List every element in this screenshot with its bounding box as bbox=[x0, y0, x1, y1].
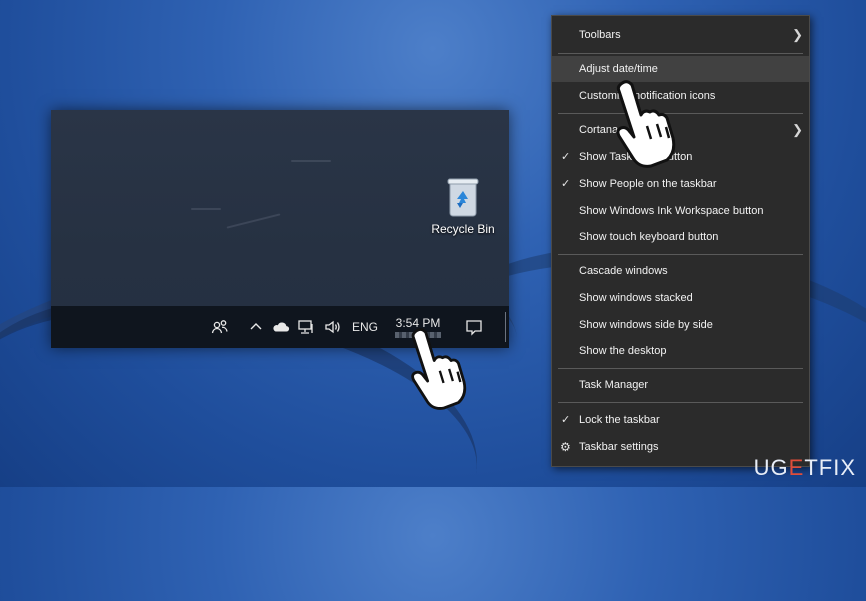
menu-item-label: Cascade windows bbox=[579, 265, 668, 277]
ugetfix-watermark: UGETFIX bbox=[754, 455, 856, 481]
recycle-bin[interactable]: Recycle Bin bbox=[423, 176, 503, 236]
recycle-bin-label: Recycle Bin bbox=[431, 222, 495, 236]
network-icon[interactable] bbox=[294, 306, 318, 348]
menu-item-label: Task Manager bbox=[579, 379, 649, 391]
volume-icon[interactable] bbox=[321, 306, 345, 348]
hand-pointer-icon bbox=[607, 78, 681, 168]
checkmark-icon: ✓ bbox=[561, 151, 571, 163]
menu-item-windows-stacked[interactable]: Show windows stacked bbox=[552, 285, 809, 311]
desktop-scuff bbox=[191, 208, 221, 210]
menu-item-show-desktop[interactable]: Show the desktop bbox=[552, 338, 809, 364]
chevron-up-icon[interactable] bbox=[246, 306, 266, 348]
menu-item-label: Show windows stacked bbox=[579, 292, 693, 304]
language-indicator[interactable]: ENG bbox=[349, 306, 381, 348]
desktop-screenshot: Recycle Bin ENG 3:54 PM bbox=[51, 110, 509, 348]
show-desktop-divider[interactable] bbox=[505, 312, 506, 342]
chevron-right-icon: ❯ bbox=[792, 27, 803, 42]
desktop-scuff bbox=[291, 160, 331, 162]
menu-item-cascade-windows[interactable]: Cascade windows bbox=[552, 258, 809, 284]
hand-pointer-icon bbox=[400, 326, 474, 410]
watermark-accent: E bbox=[788, 455, 805, 480]
menu-item-label: Show the desktop bbox=[579, 345, 667, 357]
menu-item-windows-side-by-side[interactable]: Show windows side by side bbox=[552, 312, 809, 338]
gear-icon: ⚙ bbox=[560, 440, 571, 454]
menu-item-label: Show People on the taskbar bbox=[579, 178, 717, 190]
menu-separator bbox=[558, 53, 803, 54]
menu-item-label: Show touch keyboard button bbox=[579, 231, 719, 243]
menu-item-show-ink-workspace[interactable]: Show Windows Ink Workspace button bbox=[552, 198, 809, 224]
chevron-right-icon: ❯ bbox=[792, 122, 803, 137]
menu-item-show-touch-keyboard[interactable]: Show touch keyboard button bbox=[552, 224, 809, 250]
people-icon[interactable] bbox=[206, 306, 234, 348]
menu-item-label: Show Windows Ink Workspace button bbox=[579, 205, 764, 217]
menu-separator bbox=[558, 368, 803, 369]
watermark-text: TFIX bbox=[804, 455, 856, 480]
recycle-bin-icon bbox=[446, 176, 480, 217]
cloud-icon[interactable] bbox=[269, 306, 293, 348]
menu-item-label: Toolbars bbox=[579, 29, 621, 41]
menu-item-label: Show windows side by side bbox=[579, 319, 713, 331]
menu-separator bbox=[558, 402, 803, 403]
menu-item-toolbars[interactable]: Toolbars ❯ bbox=[552, 22, 809, 48]
watermark-text: UG bbox=[753, 455, 789, 480]
menu-item-show-people[interactable]: ✓ Show People on the taskbar bbox=[552, 171, 809, 197]
checkmark-icon: ✓ bbox=[561, 178, 571, 190]
menu-separator bbox=[558, 254, 803, 255]
menu-item-label: Lock the taskbar bbox=[579, 414, 660, 426]
desktop-scuff bbox=[226, 213, 281, 229]
menu-item-label: Taskbar settings bbox=[579, 441, 659, 453]
menu-item-label: Adjust date/time bbox=[579, 63, 658, 75]
checkmark-icon: ✓ bbox=[561, 414, 571, 426]
menu-item-lock-taskbar[interactable]: ✓ Lock the taskbar bbox=[552, 407, 809, 433]
menu-item-task-manager[interactable]: Task Manager bbox=[552, 372, 809, 398]
